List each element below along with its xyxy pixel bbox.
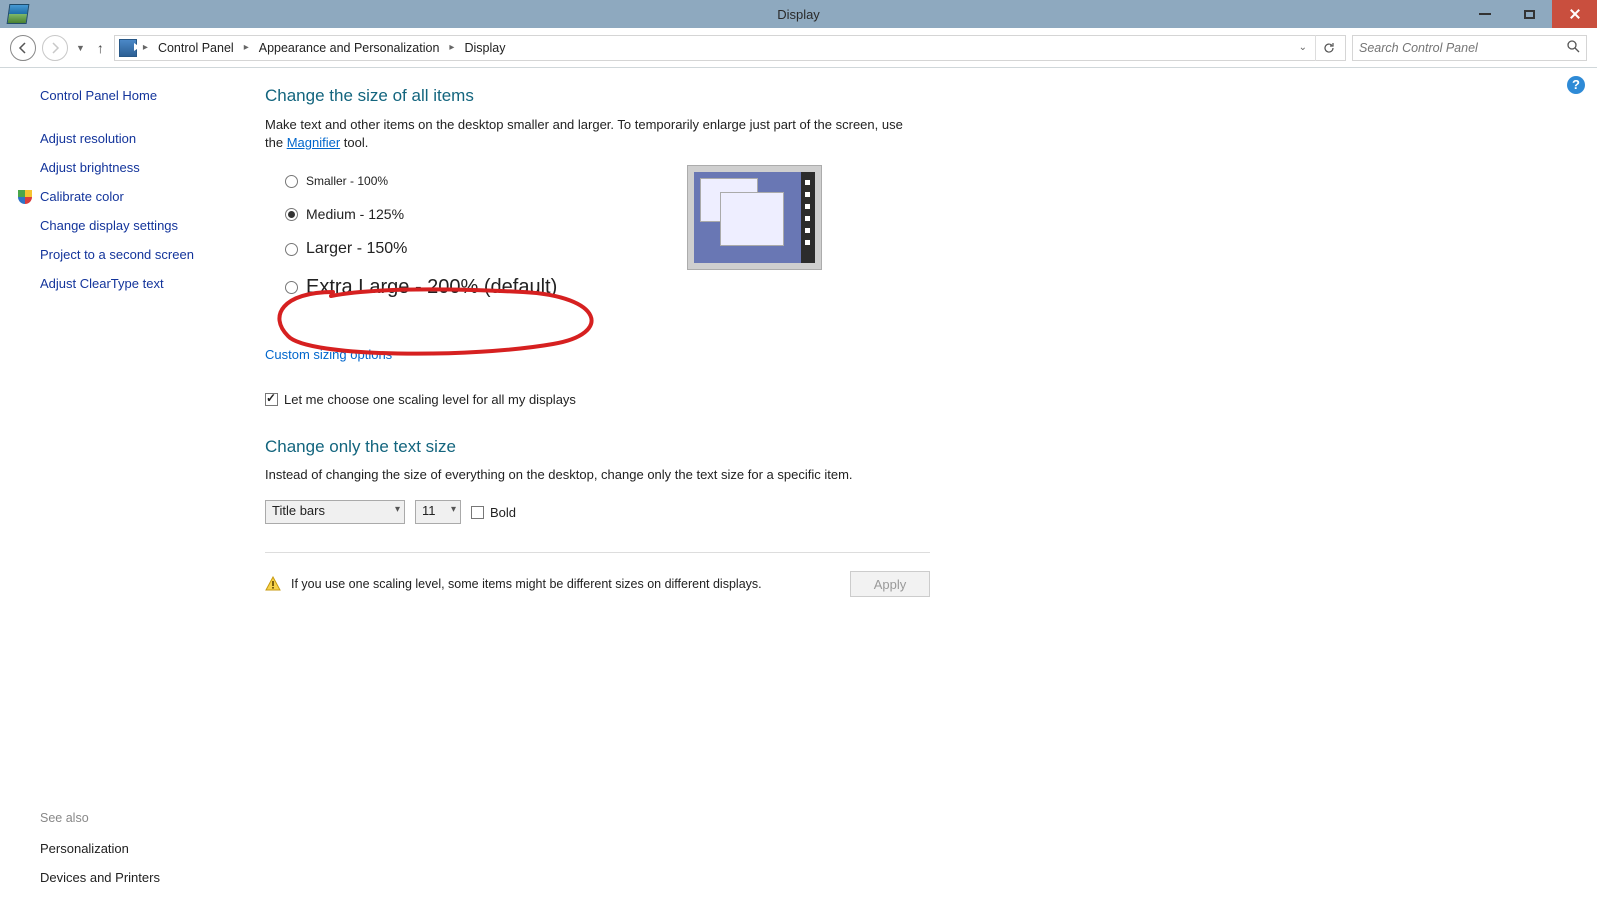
main-panel: Change the size of all items Make text a… [255, 68, 1597, 897]
breadcrumb-item[interactable]: Appearance and Personalization [255, 41, 444, 55]
warning-text: If you use one scaling level, some items… [291, 577, 762, 591]
chevron-right-icon[interactable]: ▸ [139, 42, 152, 53]
heading-text-size: Change only the text size [265, 437, 1557, 457]
radio-icon [285, 281, 298, 294]
radio-label: Smaller - 100% [306, 174, 388, 188]
bold-checkbox-row[interactable]: Bold [471, 505, 516, 520]
forward-button[interactable] [42, 35, 68, 61]
heading-size-all: Change the size of all items [265, 86, 1557, 106]
checkbox-icon [471, 506, 484, 519]
radio-smaller[interactable]: Smaller - 100% [285, 174, 1557, 188]
apply-button[interactable]: Apply [850, 571, 930, 597]
desc-text-size: Instead of changing the size of everythi… [265, 467, 1557, 482]
window-controls [1462, 0, 1597, 28]
magnifier-link[interactable]: Magnifier [287, 135, 340, 150]
radio-label: Larger - 150% [306, 240, 407, 258]
text-size-controls: Title bars 11 Bold [265, 500, 1557, 524]
breadcrumb-item[interactable]: Display [460, 41, 509, 55]
refresh-button[interactable] [1315, 35, 1341, 61]
control-panel-icon [119, 39, 137, 57]
one-scaling-checkbox-row[interactable]: Let me choose one scaling level for all … [265, 392, 1557, 407]
search-icon[interactable] [1566, 39, 1580, 56]
maximize-button[interactable] [1507, 0, 1552, 28]
minimize-button[interactable] [1462, 0, 1507, 28]
desc-post: tool. [340, 135, 368, 150]
content-area: ? Control Panel Home Adjust resolution A… [0, 68, 1597, 897]
scaling-radio-group: Smaller - 100% Medium - 125% Larger - 15… [285, 174, 1557, 299]
custom-sizing-link[interactable]: Custom sizing options [265, 347, 392, 362]
radio-medium[interactable]: Medium - 125% [285, 206, 1557, 222]
warning-icon [265, 576, 281, 592]
radio-larger[interactable]: Larger - 150% [285, 240, 1557, 258]
close-button[interactable] [1552, 0, 1597, 28]
recent-dropdown-icon[interactable]: ▼ [74, 43, 87, 53]
sidebar: Control Panel Home Adjust resolution Adj… [0, 68, 255, 897]
address-dropdown-icon[interactable]: ⌄ [1293, 42, 1313, 53]
apply-row: If you use one scaling level, some items… [265, 552, 930, 597]
radio-extra-large[interactable]: Extra Large - 200% (default) [285, 276, 1557, 299]
breadcrumb-item[interactable]: Control Panel [154, 41, 238, 55]
chevron-right-icon[interactable]: ▸ [240, 42, 253, 53]
sidebar-link-resolution[interactable]: Adjust resolution [40, 131, 255, 146]
sidebar-link-settings[interactable]: Change display settings [40, 218, 255, 233]
search-box[interactable] [1352, 35, 1587, 61]
up-button[interactable]: ↑ [93, 40, 108, 56]
back-button[interactable] [10, 35, 36, 61]
radio-label: Extra Large - 200% (default) [306, 276, 557, 299]
address-bar[interactable]: ▸ Control Panel ▸ Appearance and Persona… [114, 35, 1346, 61]
related-personalization[interactable]: Personalization [40, 841, 255, 856]
sidebar-link-brightness[interactable]: Adjust brightness [40, 160, 255, 175]
titlebar: Display [0, 0, 1597, 28]
checkbox-icon [265, 393, 278, 406]
sidebar-link-project[interactable]: Project to a second screen [40, 247, 255, 262]
search-input[interactable] [1359, 41, 1566, 55]
item-select[interactable]: Title bars [265, 500, 405, 524]
chevron-right-icon[interactable]: ▸ [445, 42, 458, 53]
window-icon [7, 4, 30, 24]
sidebar-link-cleartype[interactable]: Adjust ClearType text [40, 276, 255, 291]
radio-icon [285, 175, 298, 188]
sidebar-link-calibrate[interactable]: Calibrate color [40, 189, 255, 204]
font-size-select[interactable]: 11 [415, 500, 461, 524]
see-also-heading: See also [40, 811, 255, 825]
nav-toolbar: ▼ ↑ ▸ Control Panel ▸ Appearance and Per… [0, 28, 1597, 68]
description-text: Make text and other items on the desktop… [265, 116, 915, 152]
checkbox-label: Let me choose one scaling level for all … [284, 392, 576, 407]
window-title: Display [777, 7, 820, 22]
bold-label: Bold [490, 505, 516, 520]
radio-label: Medium - 125% [306, 206, 404, 222]
related-devices[interactable]: Devices and Printers [40, 870, 255, 885]
radio-icon [285, 208, 298, 221]
sidebar-home[interactable]: Control Panel Home [40, 88, 255, 103]
radio-icon [285, 243, 298, 256]
